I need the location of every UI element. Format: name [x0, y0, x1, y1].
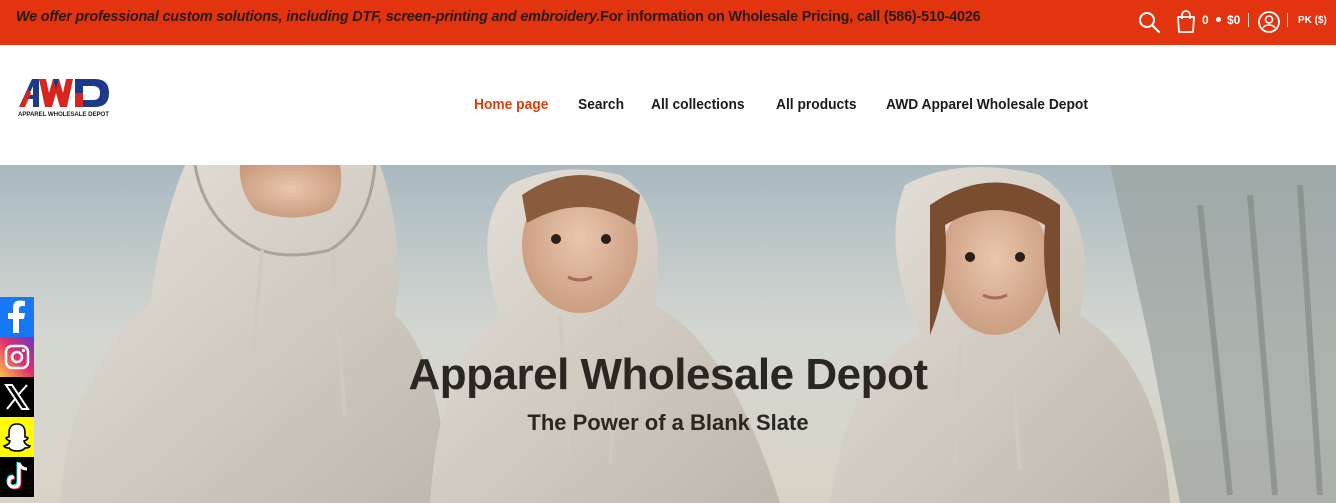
- account-button[interactable]: [1257, 9, 1281, 35]
- facebook-link[interactable]: [0, 297, 34, 337]
- hero-banner: Apparel Wholesale Depot The Power of a B…: [0, 165, 1336, 503]
- logo[interactable]: APPAREL WHOLESALE DEPOT: [17, 75, 111, 119]
- announcement-bar: We offer professional custom solutions, …: [0, 0, 1336, 45]
- cart-separator-dot: [1216, 17, 1221, 22]
- hero-subtitle: The Power of a Blank Slate: [527, 410, 809, 435]
- hero-image: [0, 165, 1336, 503]
- cart-button[interactable]: [1175, 9, 1197, 35]
- x-link[interactable]: [0, 377, 34, 417]
- social-sidebar: [0, 297, 34, 497]
- tiktok-link[interactable]: [0, 457, 34, 497]
- nav-item-all-collections[interactable]: All collections: [651, 96, 745, 113]
- snapchat-link[interactable]: [0, 417, 34, 457]
- nav-item-search[interactable]: Search: [578, 96, 624, 113]
- nav-item-awd-apparel-wholesale-depot[interactable]: AWD Apparel Wholesale Depot: [886, 96, 1088, 113]
- awd-logo-image: APPAREL WHOLESALE DEPOT: [18, 79, 109, 118]
- nav-item-home-page[interactable]: Home page: [474, 96, 548, 113]
- currency-selector[interactable]: PK ($): [1298, 15, 1327, 26]
- divider: [1248, 13, 1249, 27]
- cart-icon: [1177, 10, 1195, 33]
- instagram-icon: [0, 337, 34, 377]
- svg-text:APPAREL WHOLESALE DEPOT: APPAREL WHOLESALE DEPOT: [18, 111, 109, 118]
- divider: [1287, 13, 1288, 27]
- account-icon: [1258, 11, 1280, 33]
- facebook-icon: [0, 297, 34, 337]
- site-header: APPAREL WHOLESALE DEPOT Home page Search…: [0, 45, 1336, 165]
- instagram-link[interactable]: [0, 337, 34, 377]
- announcement-services: We offer professional custom solutions, …: [16, 8, 601, 25]
- snapchat-icon: [0, 417, 34, 457]
- hero-title: Apparel Wholesale Depot: [408, 350, 928, 399]
- search-button[interactable]: [1137, 9, 1161, 35]
- x-icon: [0, 377, 34, 417]
- search-icon: [1139, 12, 1161, 34]
- tiktok-icon: [0, 457, 34, 497]
- cart-total[interactable]: $0: [1227, 13, 1240, 27]
- nav-item-all-products[interactable]: All products: [776, 96, 857, 113]
- main-nav: Home page Search All collections All pro…: [474, 96, 1106, 113]
- announcement-pricing: For information on Wholesale Pricing, ca…: [600, 8, 981, 25]
- cart-count[interactable]: 0: [1202, 13, 1209, 27]
- announcement-text: We offer professional custom solutions, …: [16, 8, 981, 25]
